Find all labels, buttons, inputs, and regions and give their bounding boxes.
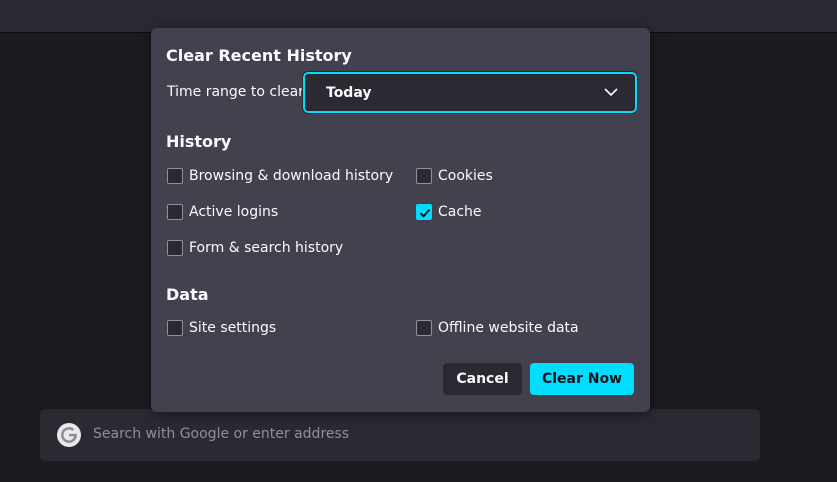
site-settings-checkbox-row[interactable]: Site settings — [167, 318, 276, 338]
form-history-checkbox-row[interactable]: Form & search history — [167, 238, 343, 258]
offline-data-checkbox-row[interactable]: Offline website data — [416, 318, 579, 338]
dialog-title: Clear Recent History — [166, 46, 352, 65]
offline-data-label: Offline website data — [438, 320, 579, 336]
chevron-down-icon — [604, 88, 618, 97]
site-settings-label: Site settings — [189, 320, 277, 336]
cookies-label: Cookies — [438, 168, 493, 184]
active-logins-label: Active logins — [189, 204, 279, 220]
history-section-title: History — [166, 132, 232, 151]
checkmark-icon — [419, 208, 431, 218]
time-range-value: Today — [326, 85, 372, 101]
active-logins-checkbox-row[interactable]: Active logins — [167, 202, 278, 222]
browsing-history-checkbox-row[interactable]: Browsing & download history — [167, 166, 393, 186]
cache-label: Cache — [438, 204, 482, 220]
cookies-checkbox-row[interactable]: Cookies — [416, 166, 493, 186]
google-icon — [57, 423, 81, 447]
clear-now-button[interactable]: Clear Now — [530, 363, 634, 395]
browsing-history-checkbox[interactable] — [167, 168, 183, 184]
form-history-checkbox[interactable] — [167, 240, 183, 256]
time-range-label: Time range to clear: — [167, 84, 309, 100]
cookies-checkbox[interactable] — [416, 168, 432, 184]
cancel-button[interactable]: Cancel — [443, 363, 522, 395]
data-section-title: Data — [166, 285, 209, 304]
address-search-bar[interactable]: Search with Google or enter address — [40, 409, 760, 461]
offline-data-checkbox[interactable] — [416, 320, 432, 336]
form-history-label: Form & search history — [189, 240, 344, 256]
clear-history-dialog: Clear Recent History Time range to clear… — [151, 28, 650, 412]
browsing-history-label: Browsing & download history — [189, 168, 394, 184]
search-placeholder: Search with Google or enter address — [93, 426, 350, 442]
site-settings-checkbox[interactable] — [167, 320, 183, 336]
cache-checkbox-row[interactable]: Cache — [416, 202, 482, 222]
cache-checkbox[interactable] — [416, 204, 432, 220]
time-range-select[interactable]: Today — [302, 71, 638, 114]
active-logins-checkbox[interactable] — [167, 204, 183, 220]
